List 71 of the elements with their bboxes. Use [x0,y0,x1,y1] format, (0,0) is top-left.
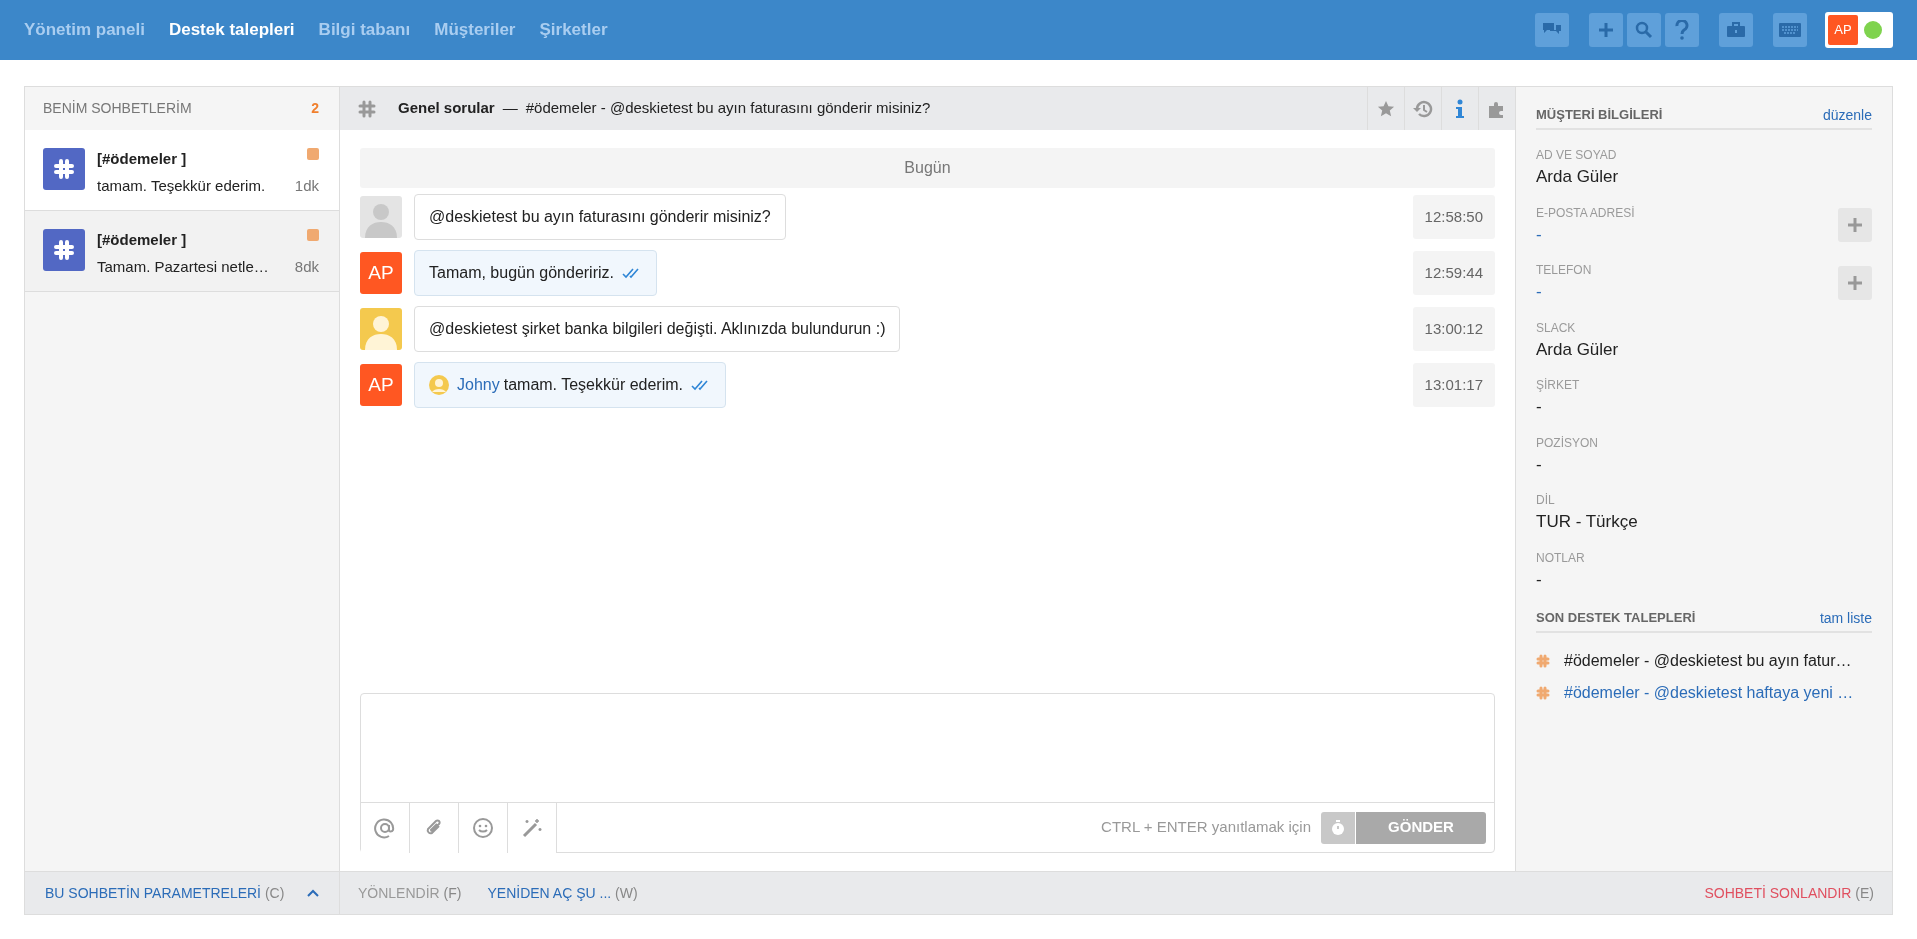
help-icon[interactable] [1665,13,1699,47]
nav-link[interactable]: Bilgi tabanı [318,17,411,43]
channel-name: Genel sorular [398,98,495,119]
field-value: Arda Güler [1536,166,1619,188]
timer-icon[interactable] [1321,811,1355,844]
message-time: 13:01:17 [1412,362,1495,408]
add-icon[interactable] [1838,265,1872,300]
edit-link[interactable]: düzenle [1822,105,1872,126]
field-value: - [1536,281,1543,303]
chat-title: [#ödemeler ] [97,230,187,250]
chat-time: 1dk [294,175,319,196]
section-title: MÜŞTERİ BİLGİLERİ [1536,106,1663,124]
field-label: NOTLAR [1536,549,1585,567]
chat-time: 8dk [294,256,319,277]
field-label: DİL [1536,492,1556,509]
mention-avatar-icon [429,375,449,395]
nav-link[interactable]: Müşteriler [434,17,516,43]
field-label: SLACK [1536,319,1577,337]
user-status-toggle[interactable]: AP [1825,12,1893,48]
field-label: E-POSTA ADRESİ [1536,204,1635,222]
field-value: - [1536,568,1543,591]
field-value: Arda Güler [1536,338,1619,361]
mention-link[interactable]: Johny [457,373,500,397]
action-link[interactable]: YENİDEN AÇ ŞU ... (W) [487,882,638,904]
emoji-icon[interactable] [459,802,508,853]
chat-preview: tamam. Teşekkür ederim. [97,175,266,196]
full-list-link[interactable]: tam liste [1819,608,1872,629]
section-title: SON DESTEK TALEPLERİ [1536,609,1696,627]
field-value: - [1536,453,1543,476]
field-label: TELEFON [1536,262,1592,279]
shortcut-hint: CTRL + ENTER yanıtlamak için [1101,817,1311,838]
message-text: tamam. Teşekkür ederim. [503,375,684,395]
chat-parameters-link[interactable]: BU SOHBETİN PARAMETRELERİ (C) [45,882,285,904]
keyboard-icon[interactable] [1773,13,1807,47]
chat-preview: Tamam. Pazartesi netle… [97,256,269,277]
agent-avatar: AP [360,364,402,406]
nav-link[interactable]: Destek talepleri [168,17,295,43]
message-text: @deskietest şirket banka bilgileri değişti. Aklınızda bulundurun :) [429,319,886,339]
recent-ticket-link[interactable]: #ödemeler - @deskietest haftaya yeni … [1536,681,1872,705]
message-text: @deskietest bu ayın faturasını gönderir misiniz? [429,207,771,227]
end-chat-link[interactable]: SOHBETİ SONLANDIR (E) [1704,882,1874,904]
message-time: 12:59:44 [1412,250,1495,296]
field-value: - [1536,396,1543,418]
nav-link[interactable]: Yönetim paneli [24,17,145,43]
message-time: 12:58:50 [1412,194,1495,240]
field-value: - [1536,223,1543,246]
user-avatar: AP [1828,15,1858,45]
sidebar-title: BENİM SOHBETLERİM [43,99,192,118]
mention-icon[interactable] [361,802,410,853]
chevron-up-icon[interactable] [307,889,319,897]
nav-link[interactable]: Şirketler [539,17,608,43]
plus-icon[interactable] [1589,13,1623,47]
conversation-subject: #ödemeler - @deskietest bu ayın faturasını gönderir misiniz? [525,98,931,119]
chat-count: 2 [311,99,319,118]
chat-title: [#ödemeler ] [97,149,187,169]
magic-wand-icon[interactable] [508,802,557,853]
chat-icon[interactable] [1535,13,1569,47]
chat-list-item[interactable]: [#ödemeler ] tamam. Teşekkür ederim. 1dk [25,130,339,211]
recent-ticket-link[interactable]: #ödemeler - @deskietest bu ayın fatur… [1536,649,1872,673]
field-label: POZİSYON [1536,434,1598,452]
briefcase-icon[interactable] [1719,13,1753,47]
attachment-icon[interactable] [410,802,459,853]
field-label: AD VE SOYAD [1536,147,1618,164]
field-value: TUR - Türkçe [1536,511,1638,533]
separator: — [502,98,518,119]
field-label: ŞİRKET [1536,377,1580,394]
add-icon[interactable] [1838,208,1872,243]
message-time: 13:00:12 [1412,306,1495,352]
message-text: Tamam, bugün göndeririz. [429,263,614,283]
agent-avatar: AP [360,252,402,294]
search-icon[interactable] [1627,13,1661,47]
